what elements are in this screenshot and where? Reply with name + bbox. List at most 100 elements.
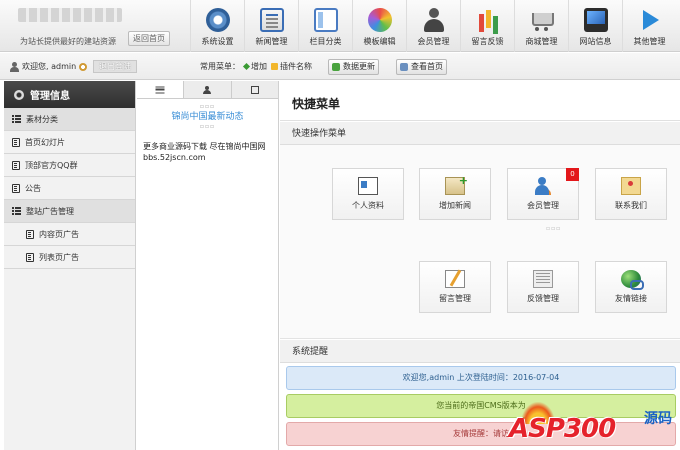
logo: 为站长提供最好的建站资源: [8, 6, 124, 46]
quick-plugin-label: 插件名称: [280, 62, 312, 71]
main-nav: 系统设置 新闻管理 栏目分类 模板编辑 会员管理 留言反馈 商城管理 网站信息: [190, 0, 676, 52]
sidebar-header: 管理信息: [4, 81, 135, 108]
user-icon: [10, 61, 19, 72]
quick-menu-label: 常用菜单：: [200, 62, 240, 71]
shortcut-contact[interactable]: 联系我们: [595, 168, 667, 220]
shortcut-label: 反馈管理: [527, 294, 559, 303]
shortcut-guestbook[interactable]: 留言管理: [419, 261, 491, 313]
update-data-label: 数据更新: [343, 62, 375, 71]
document-icon: [26, 252, 34, 262]
tab-list[interactable]: [137, 81, 185, 98]
main-content: 快捷菜单 快速操作菜单 个人资料 增加新闻 会员管理 0 联系我们 ▫▫▫ 留言…: [280, 81, 680, 450]
guestbook-icon: [445, 270, 465, 288]
shortcut-profile[interactable]: 个人资料: [332, 168, 404, 220]
nav-news-manage[interactable]: 新闻管理: [244, 0, 298, 52]
nav-label: 新闻管理: [255, 37, 288, 46]
shortcut-feedback[interactable]: 反馈管理: [507, 261, 579, 313]
news-text: 更多商业源码下载 尽在锦尚中国网 bbs.52jscn.com: [137, 131, 278, 173]
count-badge: 0: [566, 168, 579, 181]
nav-label: 网站信息: [579, 37, 612, 46]
gear-icon: [14, 89, 24, 100]
nav-template-edit[interactable]: 模板编辑: [352, 0, 406, 52]
shortcut-members[interactable]: 会员管理 0: [507, 168, 579, 220]
quick-plugin-link[interactable]: 插件名称: [271, 61, 312, 72]
view-home-button[interactable]: 查看首页: [396, 59, 447, 75]
nav-label: 其他管理: [633, 37, 666, 46]
site-icon: [583, 8, 608, 32]
quick-menu: 常用菜单： 增加 插件名称: [200, 61, 312, 72]
nav-shop-manage[interactable]: 商城管理: [514, 0, 568, 52]
watermark-logo: ASP300 源码: [505, 400, 680, 450]
watermark-text: ASP300: [509, 414, 616, 444]
sidebar-item-label: 首页幻灯片: [25, 137, 65, 147]
shortcut-area: 个人资料 增加新闻 会员管理 0 联系我们 ▫▫▫ 留言管理 反馈管理 友情链接: [280, 145, 680, 339]
sidebar-item-label: 公告: [25, 183, 41, 193]
sidebar-item-home-slides[interactable]: 首页幻灯片: [4, 131, 135, 154]
news-link[interactable]: bbs.52jscn.com: [143, 152, 272, 163]
shortcut-add-news[interactable]: 增加新闻: [419, 168, 491, 220]
add-news-icon: [445, 174, 468, 195]
document-icon: [12, 137, 20, 147]
nav-label: 会员管理: [417, 37, 450, 46]
top-header: 为站长提供最好的建站资源 返回首页 系统设置 新闻管理 栏目分类 模板编辑 会员…: [0, 0, 680, 52]
sidebar-item-content-ad[interactable]: 内容页广告: [4, 223, 135, 246]
sidebar-item-announcement[interactable]: 公告: [4, 177, 135, 200]
sub-toolbar: 欢迎您, admin 退出登陆 常用菜单： 增加 插件名称 数据更新 查看首页: [0, 53, 680, 80]
links-icon: [621, 270, 644, 290]
divider-dots: ▫▫▫: [199, 103, 216, 110]
tab-expand[interactable]: [231, 81, 278, 98]
nav-label: 模板编辑: [363, 37, 396, 46]
quick-section-header: 快速操作菜单: [280, 121, 680, 145]
shortcut-label: 增加新闻: [439, 201, 471, 210]
sidebar: 管理信息 素材分类 首页幻灯片 顶部官方QQ群 公告 整站广告管理 内容页广告 …: [4, 81, 136, 450]
logout-button[interactable]: 退出登陆: [93, 60, 137, 73]
sidebar-item-qq-group[interactable]: 顶部官方QQ群: [4, 154, 135, 177]
members-icon: [533, 177, 553, 195]
tab-user[interactable]: [184, 81, 232, 98]
expand-icon: [250, 85, 259, 94]
sidebar-title: 管理信息: [30, 91, 70, 102]
sidebar-item-label: 顶部官方QQ群: [25, 160, 78, 170]
update-data-button[interactable]: 数据更新: [328, 59, 379, 75]
watermark-cn: 源码: [644, 411, 672, 427]
shop-icon: [530, 8, 554, 32]
notice-welcome: 欢迎您,admin 上次登陆时间：2016-07-04: [286, 366, 676, 390]
nav-member-manage[interactable]: 会员管理: [406, 0, 460, 52]
sidebar-item-label: 素材分类: [26, 114, 58, 124]
news-line: 更多商业源码下载 尽在锦尚中国网: [143, 142, 266, 151]
nav-other-manage[interactable]: 其他管理: [622, 0, 676, 52]
sidebar-item-ad-manage[interactable]: 整站广告管理: [4, 200, 135, 223]
shortcut-label: 留言管理: [439, 294, 471, 303]
shortcut-links[interactable]: 友情链接: [595, 261, 667, 313]
shortcut-label: 会员管理: [527, 201, 559, 210]
news-title[interactable]: 锦尚中国最新动态: [137, 111, 278, 123]
nav-column-category[interactable]: 栏目分类: [298, 0, 352, 52]
logo-mark: [18, 8, 122, 22]
view-home-label: 查看首页: [411, 62, 443, 71]
user-icon: [203, 85, 212, 94]
logo-tagline: 为站长提供最好的建站资源: [20, 37, 116, 46]
settings-icon[interactable]: [79, 62, 88, 71]
welcome-text: 欢迎您, admin: [22, 62, 77, 71]
home-icon: [400, 63, 408, 71]
member-icon: [422, 8, 446, 32]
shortcut-label: 友情链接: [615, 294, 647, 303]
sidebar-item-list-ad[interactable]: 列表页广告: [4, 246, 135, 269]
sidebar-item-label: 整站广告管理: [26, 206, 74, 216]
news-panel: ▫▫▫ 锦尚中国最新动态 ▫▫▫ 更多商业源码下载 尽在锦尚中国网 bbs.52…: [137, 81, 279, 450]
gear-icon: [205, 8, 230, 32]
sidebar-item-material-category[interactable]: 素材分类: [4, 108, 135, 131]
list-icon: [12, 207, 21, 215]
nav-site-info[interactable]: 网站信息: [568, 0, 622, 52]
play-icon: [638, 8, 662, 32]
nav-label: 商城管理: [525, 37, 558, 46]
list-icon: [155, 86, 165, 93]
back-home-button[interactable]: 返回首页: [128, 31, 170, 46]
quick-add-link[interactable]: 增加: [242, 61, 267, 72]
nav-label: 系统设置: [201, 37, 234, 46]
list-icon: [12, 115, 21, 123]
panel-tabs: [137, 81, 278, 99]
nav-feedback[interactable]: 留言反馈: [460, 0, 514, 52]
nav-system-settings[interactable]: 系统设置: [190, 0, 244, 52]
sidebar-item-label: 列表页广告: [39, 252, 79, 262]
